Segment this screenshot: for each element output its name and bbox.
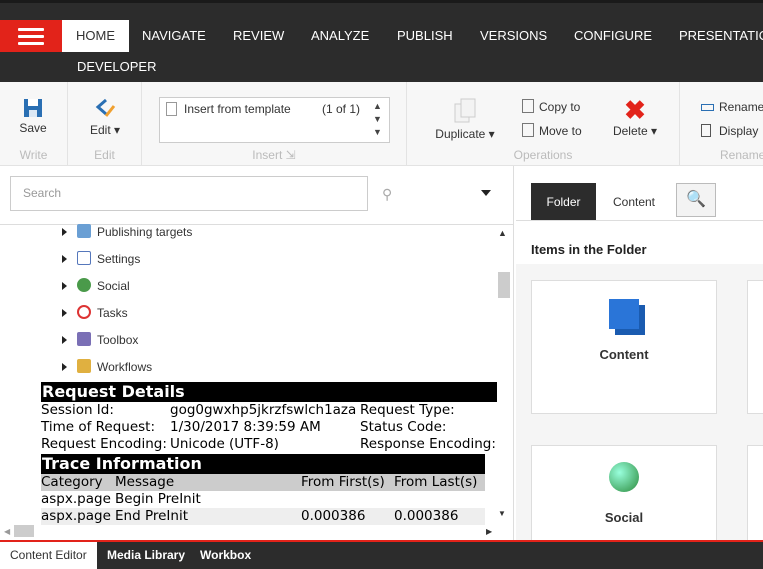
expand-icon [62, 255, 67, 263]
rename-group: Rename Display Rename [680, 82, 763, 166]
bottom-tab-bar: Content Editor Media Library Workbox [0, 540, 763, 569]
duplicate-icon [454, 98, 476, 123]
tab-publish[interactable]: PUBLISH [383, 20, 467, 52]
delete-button[interactable]: ✖ Delete ▾ [605, 96, 665, 138]
tree-item-settings[interactable]: Settings [62, 246, 140, 273]
tab-configure[interactable]: CONFIGURE [560, 20, 666, 52]
scroll-left-icon[interactable]: ◀ [4, 527, 10, 536]
tab-navigate[interactable]: NAVIGATE [128, 20, 220, 52]
search-input[interactable]: Search [10, 176, 368, 211]
tree-item-toolbox[interactable]: Toolbox [62, 327, 138, 354]
tab-content-editor[interactable]: Content Editor [0, 542, 97, 569]
tab-analyze[interactable]: ANALYZE [297, 20, 383, 52]
tab-folder[interactable]: Folder [531, 183, 596, 221]
tab-versions[interactable]: VERSIONS [466, 20, 561, 52]
expand-icon [62, 336, 67, 344]
search-icon[interactable]: 🔍 [676, 183, 716, 217]
group-label: Rename [720, 148, 763, 162]
scroll-right-icon[interactable]: ▶ [486, 527, 492, 536]
display-name-button[interactable]: Display [701, 124, 758, 138]
template-icon [166, 102, 177, 116]
trace-information: Trace Information Category Message From Fi… [41, 454, 485, 525]
table-row: aspx.page Begin PreInit [41, 491, 201, 507]
save-icon [24, 99, 42, 117]
expand-icon [62, 363, 67, 371]
rename-button[interactable]: Rename [701, 100, 763, 114]
tree-item-workflows[interactable]: Workflows [62, 354, 152, 381]
chevron-down-icon[interactable] [481, 190, 491, 196]
publishing-targets-icon [77, 224, 91, 238]
tab-content[interactable]: Content [600, 183, 668, 221]
social-globe-icon [609, 462, 639, 492]
hamburger-menu-icon[interactable] [0, 20, 62, 52]
write-group: Save Write [0, 82, 68, 166]
scroll-down-icon[interactable]: ▼ [498, 509, 506, 518]
insert-from-template[interactable]: Insert from template [184, 102, 291, 116]
request-details: Request Details Session Id: gog0gwxhp5jkr… [41, 382, 497, 452]
rename-icon [701, 104, 714, 111]
scroll-up-icon[interactable]: ▲ [498, 228, 507, 238]
tab-presentation[interactable]: PRESENTATION [665, 20, 763, 52]
content-cubes-icon [609, 299, 639, 329]
settings-icon [77, 251, 91, 265]
move-to-button[interactable]: Move to [522, 123, 582, 138]
edit-group: Edit ▾ Edit [68, 82, 142, 166]
card-partial[interactable] [747, 445, 763, 545]
horizontal-scrollbar-thumb[interactable] [14, 525, 34, 537]
trace-header-row: Category Message From First(s) From Last(s) [41, 474, 485, 491]
group-label: Edit [94, 148, 115, 162]
table-row: aspx.page End PreInit 0.000386 0.000386 [41, 508, 485, 525]
tab-home[interactable]: HOME [62, 20, 129, 52]
display-icon [701, 124, 711, 137]
items-heading: Items in the Folder [531, 242, 647, 257]
expand-icon [62, 309, 67, 317]
workflows-icon [77, 359, 91, 373]
tasks-icon [77, 305, 91, 319]
divider [516, 220, 763, 221]
social-icon [77, 278, 91, 292]
edit-button[interactable]: Edit ▾ [68, 98, 142, 137]
search-icon[interactable]: ⚲ [382, 186, 392, 203]
expand-icon [62, 282, 67, 290]
duplicate-button[interactable]: Duplicate ▾ [425, 98, 505, 141]
group-label: Insert ⇲ [252, 148, 296, 162]
tree-item-tasks[interactable]: Tasks [62, 300, 128, 327]
tree-item-publishing-targets[interactable]: Publishing targets [62, 219, 192, 246]
card-partial[interactable] [747, 280, 763, 414]
move-icon [522, 123, 534, 137]
operations-group: Duplicate ▾ Copy to Move to ✖ Delete ▾ O… [407, 82, 680, 166]
tab-media-library[interactable]: Media Library [97, 542, 195, 569]
edit-icon [95, 98, 116, 117]
ribbon: Save Write Edit ▾ Edit Insert from templ… [0, 82, 763, 166]
delete-icon: ✖ [624, 95, 646, 125]
copy-to-button[interactable]: Copy to [522, 99, 580, 114]
insert-group: Insert from template (1 of 1) ▲ ▼ ▼ Insert… [142, 82, 407, 166]
vertical-scrollbar-thumb[interactable] [498, 272, 510, 298]
tree-item-social[interactable]: Social [62, 273, 130, 300]
insert-gallery[interactable]: Insert from template (1 of 1) ▲ ▼ ▼ [159, 97, 390, 143]
card-content[interactable]: Content [531, 280, 717, 414]
save-button[interactable]: Save [0, 98, 66, 135]
copy-icon [522, 99, 534, 113]
card-social[interactable]: Social [531, 445, 717, 545]
gallery-scroll-icon[interactable]: ▲ ▼ ▼ [373, 100, 382, 139]
toolbox-icon [77, 332, 91, 346]
expand-icon [62, 228, 67, 236]
trace-information-title: Trace Information [41, 454, 485, 474]
tab-workbox[interactable]: Workbox [190, 542, 261, 569]
group-label: Write [19, 148, 48, 162]
request-details-title: Request Details [41, 382, 497, 402]
group-label: Operations [513, 148, 573, 162]
tab-review[interactable]: REVIEW [219, 20, 298, 52]
tab-developer[interactable]: DEVELOPER [63, 51, 170, 83]
gallery-count: (1 of 1) [322, 102, 361, 116]
